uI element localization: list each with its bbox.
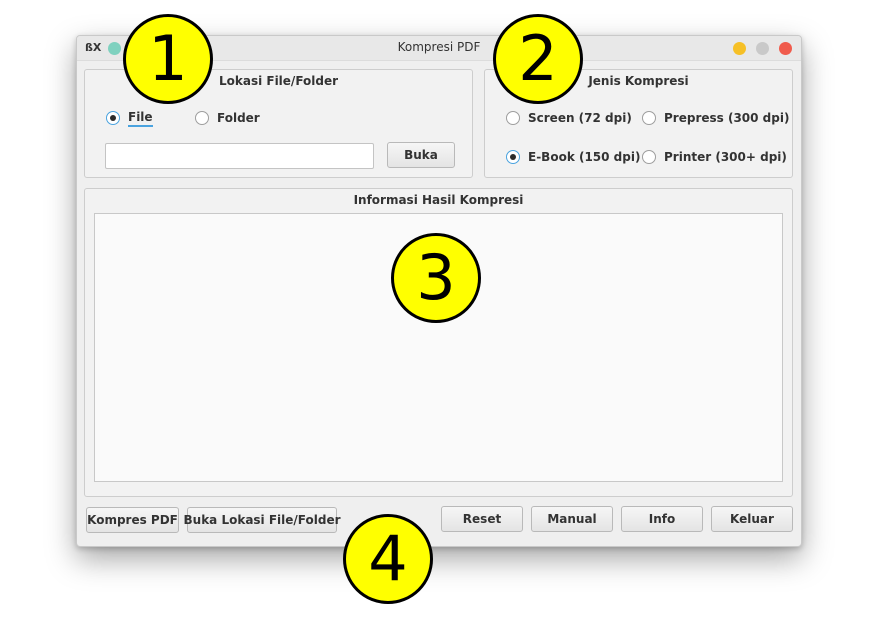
callout-4: 4 <box>343 514 433 604</box>
radio-dot <box>195 111 209 125</box>
radio-dot <box>506 111 520 125</box>
reset-button[interactable]: Reset <box>441 506 523 532</box>
callout-3: 3 <box>391 233 481 323</box>
radio-dot <box>506 150 520 164</box>
open-button[interactable]: Buka <box>387 142 455 168</box>
exit-button[interactable]: Keluar <box>711 506 793 532</box>
radio-printer-label: Printer (300+ dpi) <box>664 150 787 164</box>
callout-2: 2 <box>493 14 583 104</box>
manual-button[interactable]: Manual <box>531 506 613 532</box>
radio-prepress[interactable]: Prepress (300 dpi) <box>642 109 789 127</box>
radio-folder[interactable]: Folder <box>195 109 260 127</box>
compress-pdf-button[interactable]: Kompres PDF <box>86 507 179 533</box>
radio-folder-label: Folder <box>217 111 260 125</box>
radio-file[interactable]: File <box>106 109 153 127</box>
open-location-button[interactable]: Buka Lokasi File/Folder <box>184 507 341 533</box>
path-input[interactable] <box>105 143 374 169</box>
minimize-icon[interactable] <box>733 42 746 55</box>
callout-1: 1 <box>123 14 213 104</box>
radio-ebook[interactable]: E-Book (150 dpi) <box>506 148 640 166</box>
info-button[interactable]: Info <box>621 506 703 532</box>
radio-file-label: File <box>128 110 153 127</box>
radio-printer[interactable]: Printer (300+ dpi) <box>642 148 787 166</box>
results-title: Informasi Hasil Kompresi <box>353 193 524 207</box>
maximize-icon[interactable] <box>756 42 769 55</box>
radio-prepress-label: Prepress (300 dpi) <box>664 111 790 125</box>
radio-dot <box>642 150 656 164</box>
radio-screen[interactable]: Screen (72 dpi) <box>506 109 632 127</box>
radio-dot <box>106 111 120 125</box>
radio-dot <box>642 111 656 125</box>
radio-screen-label: Screen (72 dpi) <box>528 111 632 125</box>
close-icon[interactable] <box>779 42 792 55</box>
radio-ebook-label: E-Book (150 dpi) <box>528 150 641 164</box>
